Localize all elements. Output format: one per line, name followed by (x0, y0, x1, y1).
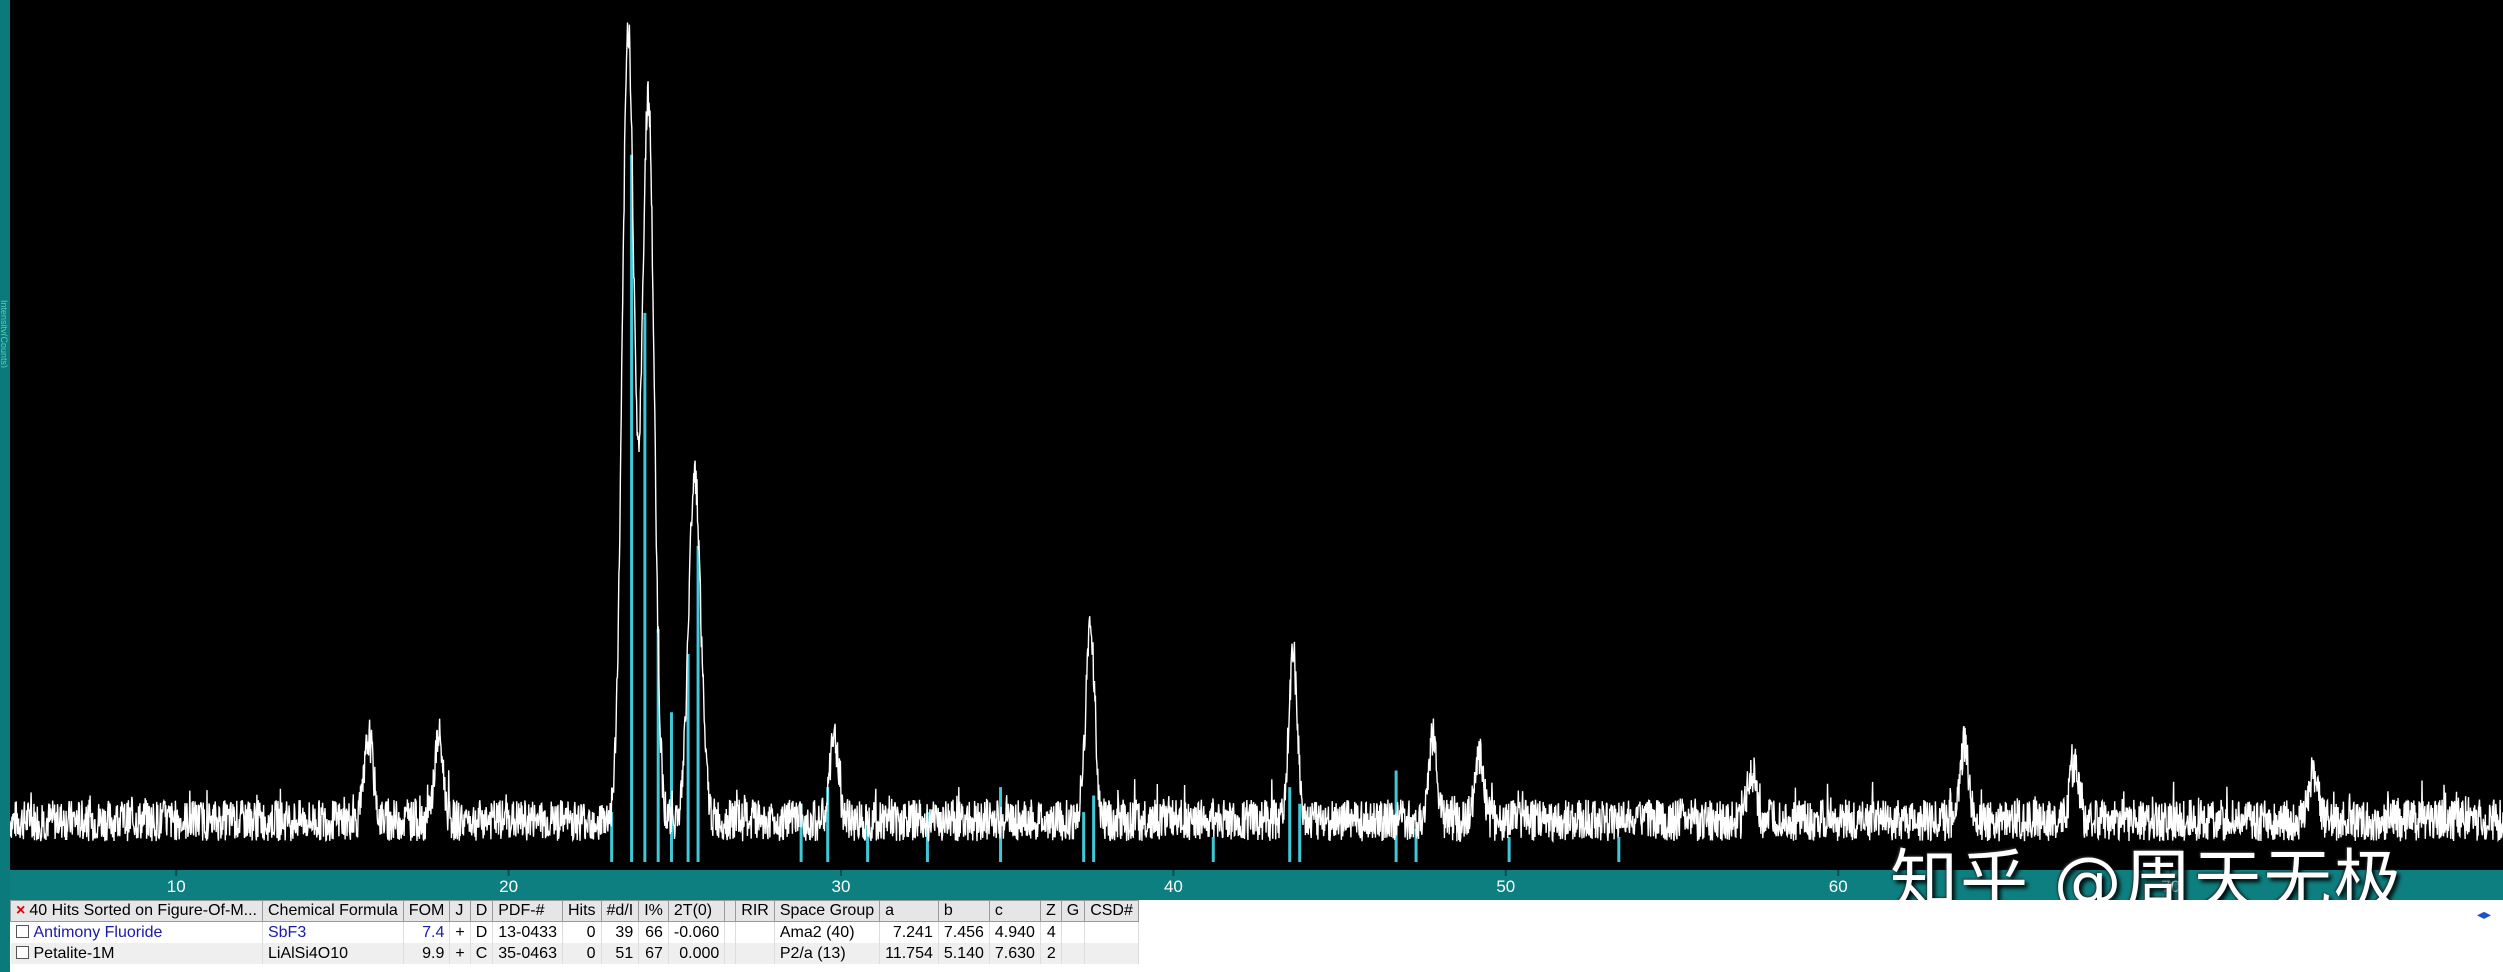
column-header[interactable]: I% (638, 900, 669, 922)
row-checkbox[interactable] (15, 924, 29, 938)
hits-table-panel[interactable]: × 40 Hits Sorted on Figure-Of-M... Chemic… (10, 900, 2503, 972)
d-cell: C (470, 943, 494, 964)
ipct-cell: 66 (638, 921, 669, 943)
d-cell: D (470, 921, 494, 943)
column-header[interactable]: Z (1039, 900, 1062, 922)
pdf-cell: 13-0433 (492, 921, 563, 943)
z-cell: 4 (1040, 921, 1062, 943)
g-cell (1061, 943, 1086, 964)
lattice-b-cell: 7.456 (938, 921, 990, 943)
pdf-cell: 35-0463 (492, 943, 563, 964)
two-theta-cell: -0.060 (668, 921, 726, 943)
rir-cell (735, 921, 775, 943)
column-header[interactable]: #d/I (600, 900, 640, 922)
x-tick-label: 60 (1829, 877, 1848, 896)
phase-name: Petalite-1M (33, 944, 115, 962)
column-header[interactable]: Chemical Formula (261, 900, 404, 922)
formula-cell: SbF3 (262, 921, 404, 943)
lattice-c-cell: 4.940 (989, 921, 1041, 943)
csd-cell (1084, 921, 1139, 943)
xrd-chart-svg (10, 22, 2503, 862)
column-header[interactable]: RIR (735, 900, 775, 922)
two-theta-cell: 0.000 (668, 943, 726, 964)
d-i-cell: 51 (601, 943, 640, 964)
column-header[interactable]: G (1060, 900, 1086, 922)
diffraction-pattern-line (10, 22, 2503, 844)
j-cell: + (449, 943, 471, 964)
x-tick-label: 50 (1496, 877, 1515, 896)
table-row[interactable]: Petalite-1M LiAlSi4O10 9.9 + C 35-0463 0… (10, 943, 1139, 964)
table-row[interactable]: Antimony Fluoride SbF3 7.4 + D 13-0433 0… (10, 921, 1139, 943)
intensity-axis-label: Intensity(Counts) (1, 300, 9, 369)
column-header[interactable]: Hits (561, 900, 602, 922)
column-header[interactable]: c (988, 900, 1041, 922)
j-cell: + (449, 921, 471, 943)
table-title-header[interactable]: × 40 Hits Sorted on Figure-Of-M... (10, 900, 263, 922)
row-checkbox[interactable] (15, 945, 29, 959)
column-header[interactable]: FOM (402, 900, 451, 922)
pattern-layer (10, 22, 2503, 844)
d-i-cell: 39 (601, 921, 640, 943)
space-group-cell: P2/a (13) (774, 943, 881, 964)
lattice-a-cell: 11.754 (879, 943, 939, 964)
fom-cell: 9.9 (403, 943, 451, 964)
scroll-arrows-icon[interactable]: ◂▸ (2477, 906, 2491, 923)
ipct-cell: 67 (638, 943, 669, 964)
lattice-c-cell: 7.630 (989, 943, 1041, 964)
phase-name: Antimony Fluoride (33, 923, 163, 941)
table-header-row: × 40 Hits Sorted on Figure-Of-M... Chemic… (10, 900, 1139, 922)
g-cell (1061, 921, 1086, 943)
x-tick-label: 20 (499, 877, 518, 896)
blank-cell (724, 921, 737, 943)
x-tick-label: 40 (1164, 877, 1183, 896)
phase-name-cell[interactable]: Petalite-1M (10, 943, 263, 964)
column-header[interactable]: a (879, 900, 939, 922)
blank-cell (724, 943, 737, 964)
lattice-b-cell: 5.140 (938, 943, 990, 964)
left-frame-strip: Intensity(Counts) (0, 0, 10, 972)
column-header[interactable]: D (469, 900, 494, 922)
column-header[interactable]: PDF-# (492, 900, 563, 922)
space-group-cell: Ama2 (40) (774, 921, 881, 943)
x-tick-label: 10 (167, 877, 186, 896)
hits-cell: 0 (562, 943, 602, 964)
x-tick-label: 30 (832, 877, 851, 896)
close-icon[interactable]: × (16, 902, 25, 919)
xrd-plot-area[interactable] (10, 0, 2503, 870)
lattice-a-cell: 7.241 (879, 921, 939, 943)
table-title: 40 Hits Sorted on Figure-Of-M... (29, 902, 257, 919)
z-cell: 2 (1040, 943, 1062, 964)
column-header[interactable]: Space Group (773, 900, 881, 922)
rir-cell (735, 943, 775, 964)
column-header[interactable] (724, 900, 737, 922)
column-header[interactable]: J (449, 900, 471, 922)
hits-cell: 0 (562, 921, 602, 943)
column-header[interactable]: 2T(0) (667, 900, 726, 922)
fom-cell: 7.4 (403, 921, 451, 943)
reference-sticks-layer (610, 154, 1621, 862)
csd-cell (1084, 943, 1139, 964)
column-header[interactable]: b (937, 900, 990, 922)
column-header[interactable]: CSD# (1084, 900, 1139, 922)
formula-cell: LiAlSi4O10 (262, 943, 404, 964)
phase-name-cell[interactable]: Antimony Fluoride (10, 921, 263, 943)
hits-table: × 40 Hits Sorted on Figure-Of-M... Chemic… (10, 900, 1139, 964)
